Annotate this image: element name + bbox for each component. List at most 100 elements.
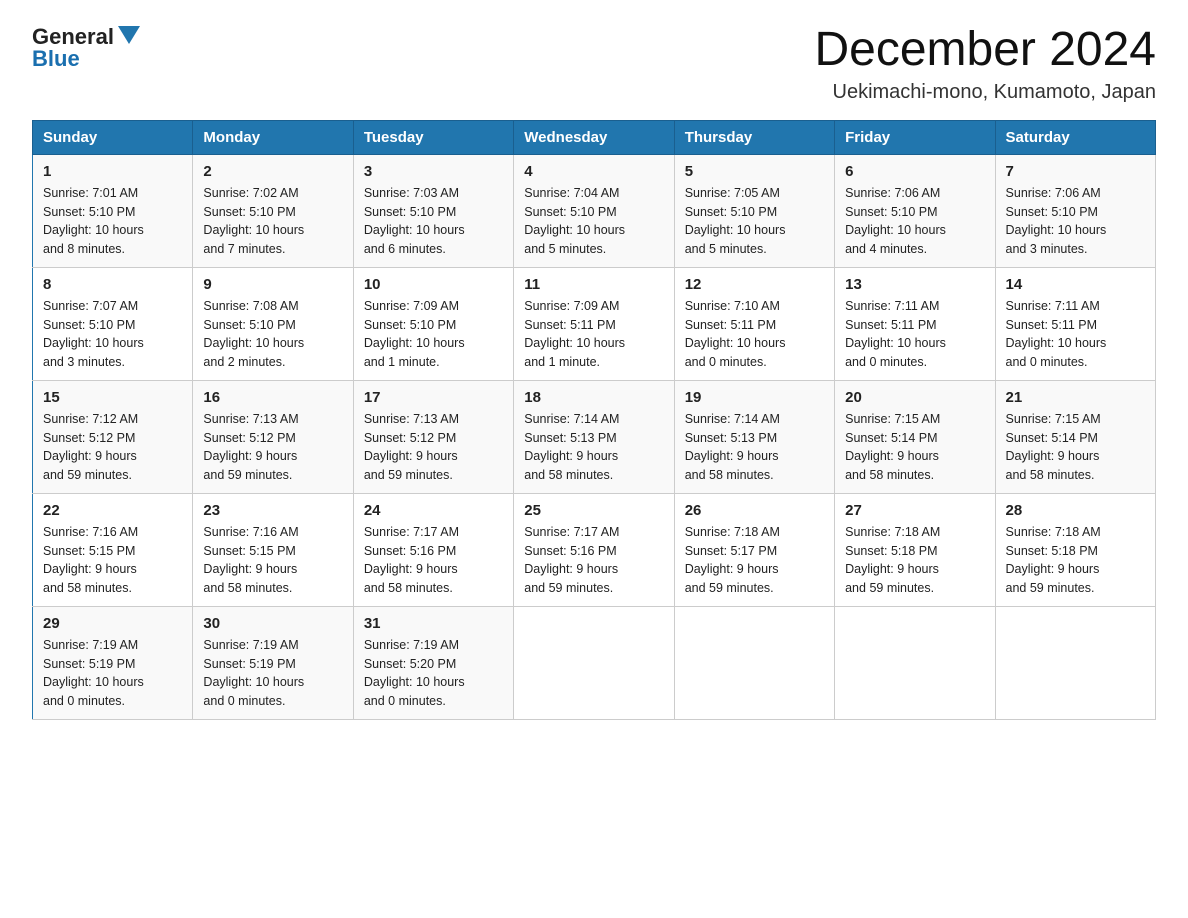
day-number: 6 <box>845 163 984 180</box>
day-number: 11 <box>524 276 663 293</box>
calendar-day-cell: 18Sunrise: 7:14 AMSunset: 5:13 PMDayligh… <box>514 380 674 493</box>
day-number: 16 <box>203 389 342 406</box>
day-info: Sunrise: 7:08 AMSunset: 5:10 PMDaylight:… <box>203 297 342 372</box>
calendar-header-row: SundayMondayTuesdayWednesdayThursdayFrid… <box>33 120 1156 154</box>
calendar-day-cell: 14Sunrise: 7:11 AMSunset: 5:11 PMDayligh… <box>995 267 1155 380</box>
calendar-day-cell: 21 Sunrise: 7:15 AMSunset: 5:14 PMDayligh… <box>995 380 1155 493</box>
day-info: Sunrise: 7:18 AMSunset: 5:18 PMDaylight:… <box>845 523 984 598</box>
day-info: Sunrise: 7:17 AMSunset: 5:16 PMDaylight:… <box>364 523 503 598</box>
day-number: 1 <box>43 163 182 180</box>
calendar-week-row: 22 Sunrise: 7:16 AMSunset: 5:15 PMDayligh… <box>33 493 1156 606</box>
calendar-day-cell: 10Sunrise: 7:09 AMSunset: 5:10 PMDayligh… <box>353 267 513 380</box>
calendar-day-cell: 17 Sunrise: 7:13 AMSunset: 5:12 PMDayligh… <box>353 380 513 493</box>
calendar-day-cell: 20 Sunrise: 7:15 AMSunset: 5:14 PMDayligh… <box>835 380 995 493</box>
calendar-day-cell <box>835 606 995 719</box>
day-number: 26 <box>685 502 824 519</box>
day-info: Sunrise: 7:10 AMSunset: 5:11 PMDaylight:… <box>685 297 824 372</box>
day-info: Sunrise: 7:12 AMSunset: 5:12 PMDaylight:… <box>43 410 182 485</box>
day-info: Sunrise: 7:14 AMSunset: 5:13 PMDaylight:… <box>685 410 824 485</box>
day-number: 17 <box>364 389 503 406</box>
day-info: Sunrise: 7:16 AMSunset: 5:15 PMDaylight:… <box>203 523 342 598</box>
day-number: 9 <box>203 276 342 293</box>
day-number: 21 <box>1006 389 1145 406</box>
day-number: 19 <box>685 389 824 406</box>
day-info: Sunrise: 7:01 AMSunset: 5:10 PMDaylight:… <box>43 184 182 259</box>
day-info: Sunrise: 7:06 AMSunset: 5:10 PMDaylight:… <box>845 184 984 259</box>
calendar-day-cell: 13 Sunrise: 7:11 AMSunset: 5:11 PMDayligh… <box>835 267 995 380</box>
day-number: 28 <box>1006 502 1145 519</box>
calendar-day-cell <box>995 606 1155 719</box>
day-info: Sunrise: 7:16 AMSunset: 5:15 PMDaylight:… <box>43 523 182 598</box>
day-number: 24 <box>364 502 503 519</box>
day-header-wednesday: Wednesday <box>514 120 674 154</box>
calendar-day-cell: 8Sunrise: 7:07 AMSunset: 5:10 PMDaylight… <box>33 267 193 380</box>
calendar-day-cell <box>514 606 674 719</box>
logo-triangle-icon <box>118 26 140 49</box>
day-number: 23 <box>203 502 342 519</box>
day-info: Sunrise: 7:13 AMSunset: 5:12 PMDaylight:… <box>364 410 503 485</box>
calendar-day-cell: 24 Sunrise: 7:17 AMSunset: 5:16 PMDayligh… <box>353 493 513 606</box>
day-info: Sunrise: 7:14 AMSunset: 5:13 PMDaylight:… <box>524 410 663 485</box>
day-number: 10 <box>364 276 503 293</box>
day-number: 22 <box>43 502 182 519</box>
day-number: 7 <box>1006 163 1145 180</box>
day-info: Sunrise: 7:02 AMSunset: 5:10 PMDaylight:… <box>203 184 342 259</box>
calendar-day-cell: 29 Sunrise: 7:19 AMSunset: 5:19 PMDayligh… <box>33 606 193 719</box>
day-number: 4 <box>524 163 663 180</box>
calendar-day-cell: 31 Sunrise: 7:19 AMSunset: 5:20 PMDayligh… <box>353 606 513 719</box>
day-info: Sunrise: 7:03 AMSunset: 5:10 PMDaylight:… <box>364 184 503 259</box>
calendar-day-cell: 15 Sunrise: 7:12 AMSunset: 5:12 PMDayligh… <box>33 380 193 493</box>
day-number: 20 <box>845 389 984 406</box>
day-number: 2 <box>203 163 342 180</box>
calendar-day-cell: 6 Sunrise: 7:06 AMSunset: 5:10 PMDaylight… <box>835 154 995 267</box>
calendar-day-cell: 27 Sunrise: 7:18 AMSunset: 5:18 PMDayligh… <box>835 493 995 606</box>
day-info: Sunrise: 7:19 AMSunset: 5:19 PMDaylight:… <box>203 636 342 711</box>
day-number: 5 <box>685 163 824 180</box>
calendar-day-cell: 1 Sunrise: 7:01 AMSunset: 5:10 PMDaylight… <box>33 154 193 267</box>
day-info: Sunrise: 7:19 AMSunset: 5:19 PMDaylight:… <box>43 636 182 711</box>
day-info: Sunrise: 7:04 AMSunset: 5:10 PMDaylight:… <box>524 184 663 259</box>
calendar-week-row: 15 Sunrise: 7:12 AMSunset: 5:12 PMDayligh… <box>33 380 1156 493</box>
day-number: 29 <box>43 615 182 632</box>
day-number: 15 <box>43 389 182 406</box>
page-title: December 2024 <box>814 24 1156 77</box>
calendar-day-cell: 12 Sunrise: 7:10 AMSunset: 5:11 PMDayligh… <box>674 267 834 380</box>
day-info: Sunrise: 7:15 AMSunset: 5:14 PMDaylight:… <box>1006 410 1145 485</box>
day-header-monday: Monday <box>193 120 353 154</box>
day-header-thursday: Thursday <box>674 120 834 154</box>
day-info: Sunrise: 7:19 AMSunset: 5:20 PMDaylight:… <box>364 636 503 711</box>
calendar-day-cell: 25Sunrise: 7:17 AMSunset: 5:16 PMDayligh… <box>514 493 674 606</box>
calendar-day-cell: 7 Sunrise: 7:06 AMSunset: 5:10 PMDaylight… <box>995 154 1155 267</box>
day-number: 12 <box>685 276 824 293</box>
calendar-week-row: 8Sunrise: 7:07 AMSunset: 5:10 PMDaylight… <box>33 267 1156 380</box>
day-number: 14 <box>1006 276 1145 293</box>
day-number: 13 <box>845 276 984 293</box>
calendar-day-cell: 19 Sunrise: 7:14 AMSunset: 5:13 PMDayligh… <box>674 380 834 493</box>
calendar-day-cell: 23 Sunrise: 7:16 AMSunset: 5:15 PMDayligh… <box>193 493 353 606</box>
calendar-day-cell: 9 Sunrise: 7:08 AMSunset: 5:10 PMDaylight… <box>193 267 353 380</box>
day-header-sunday: Sunday <box>33 120 193 154</box>
calendar-day-cell: 26Sunrise: 7:18 AMSunset: 5:17 PMDayligh… <box>674 493 834 606</box>
day-number: 3 <box>364 163 503 180</box>
page-header: General Blue December 2024 Uekimachi-mon… <box>32 24 1156 104</box>
calendar-day-cell: 2 Sunrise: 7:02 AMSunset: 5:10 PMDaylight… <box>193 154 353 267</box>
day-info: Sunrise: 7:17 AMSunset: 5:16 PMDaylight:… <box>524 523 663 598</box>
calendar-day-cell: 4 Sunrise: 7:04 AMSunset: 5:10 PMDaylight… <box>514 154 674 267</box>
calendar-day-cell: 28Sunrise: 7:18 AMSunset: 5:18 PMDayligh… <box>995 493 1155 606</box>
day-header-tuesday: Tuesday <box>353 120 513 154</box>
calendar-day-cell: 30Sunrise: 7:19 AMSunset: 5:19 PMDayligh… <box>193 606 353 719</box>
calendar-day-cell: 16Sunrise: 7:13 AMSunset: 5:12 PMDayligh… <box>193 380 353 493</box>
day-info: Sunrise: 7:06 AMSunset: 5:10 PMDaylight:… <box>1006 184 1145 259</box>
logo-blue: Blue <box>32 46 80 72</box>
day-info: Sunrise: 7:15 AMSunset: 5:14 PMDaylight:… <box>845 410 984 485</box>
day-info: Sunrise: 7:09 AMSunset: 5:11 PMDaylight:… <box>524 297 663 372</box>
day-info: Sunrise: 7:05 AMSunset: 5:10 PMDaylight:… <box>685 184 824 259</box>
calendar-week-row: 29 Sunrise: 7:19 AMSunset: 5:19 PMDayligh… <box>33 606 1156 719</box>
calendar-week-row: 1 Sunrise: 7:01 AMSunset: 5:10 PMDaylight… <box>33 154 1156 267</box>
day-header-saturday: Saturday <box>995 120 1155 154</box>
calendar-table: SundayMondayTuesdayWednesdayThursdayFrid… <box>32 120 1156 720</box>
day-number: 31 <box>364 615 503 632</box>
day-number: 27 <box>845 502 984 519</box>
day-info: Sunrise: 7:11 AMSunset: 5:11 PMDaylight:… <box>845 297 984 372</box>
title-block: December 2024 Uekimachi-mono, Kumamoto, … <box>814 24 1156 104</box>
